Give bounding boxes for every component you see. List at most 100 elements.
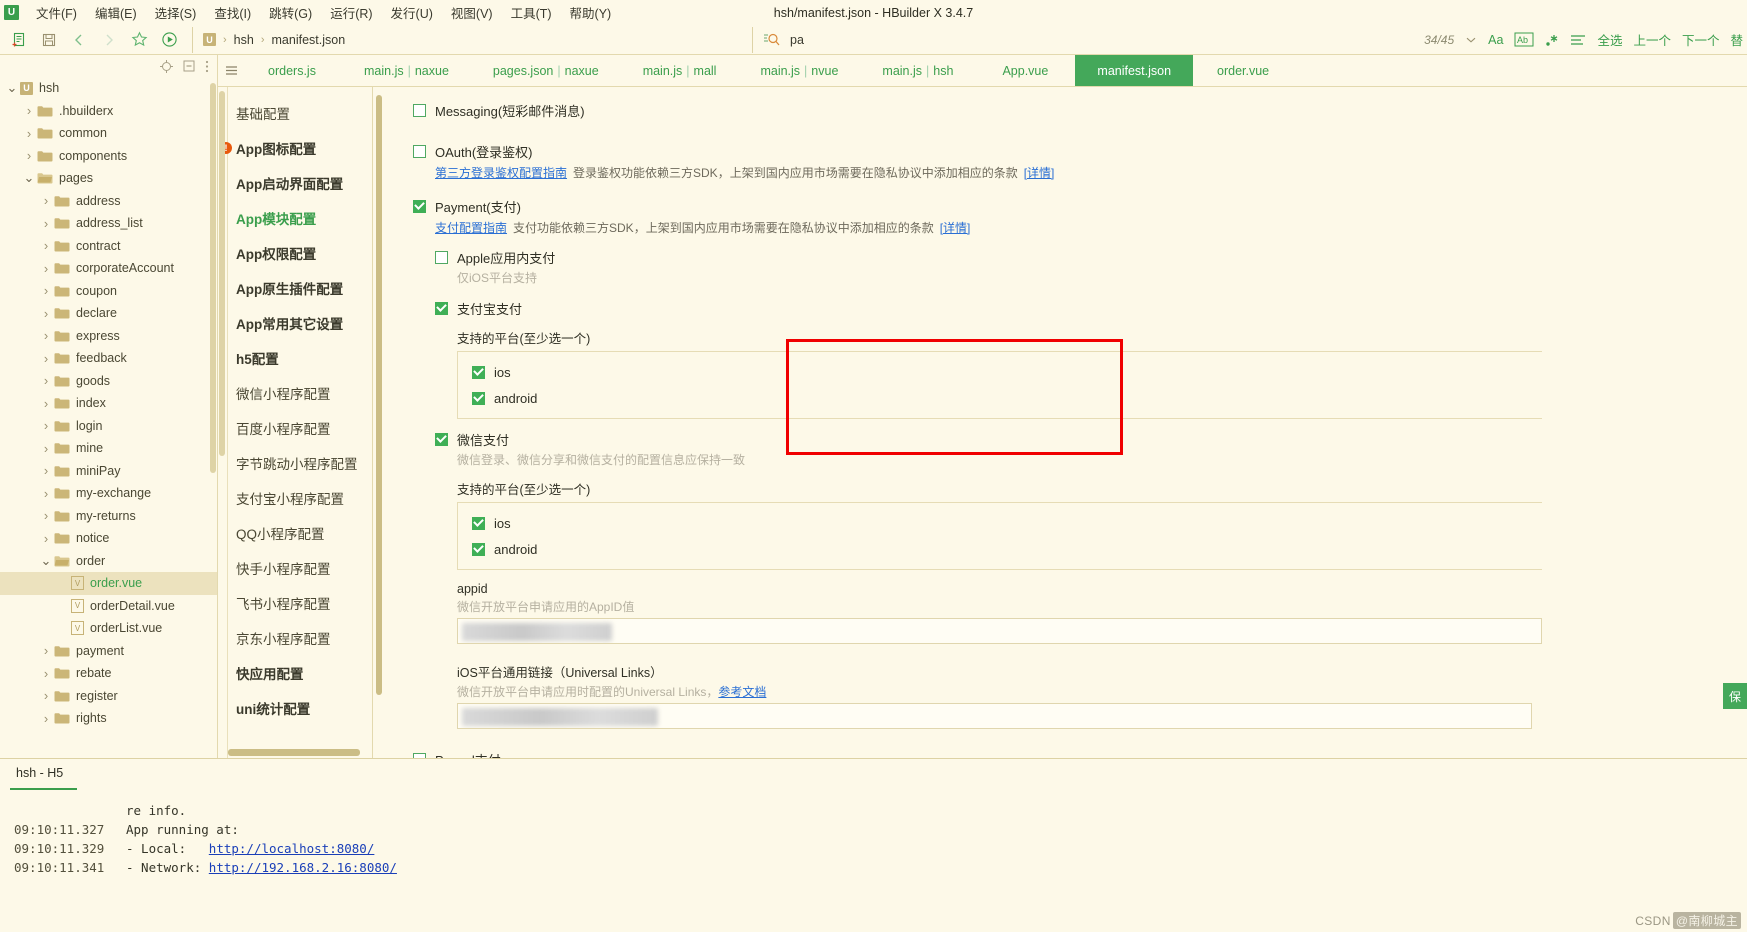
file-tree-item[interactable]: › express bbox=[0, 325, 217, 348]
file-tree-item[interactable]: › rebate bbox=[0, 662, 217, 685]
config-nav-list[interactable]: 基础配置 ! App图标配置 App启动界面配置 App模块配置 App权限配置 App原生… bbox=[218, 95, 372, 725]
config-nav-item[interactable]: 飞书小程序配置 bbox=[218, 585, 372, 620]
oauth-detail-link[interactable]: [详情] bbox=[1024, 164, 1055, 181]
file-tree-item[interactable]: › miniPay bbox=[0, 460, 217, 483]
config-nav-item[interactable]: 快应用配置 bbox=[218, 655, 372, 690]
file-tree-item[interactable]: › my-returns bbox=[0, 505, 217, 528]
file-tree-item[interactable]: ⌄ order bbox=[0, 550, 217, 573]
chevron-right-icon[interactable]: › bbox=[38, 418, 54, 433]
menu-item-tools[interactable]: 工具(T) bbox=[502, 1, 561, 24]
config-nav-item[interactable]: 快手小程序配置 bbox=[218, 550, 372, 585]
new-file-icon[interactable] bbox=[4, 27, 34, 53]
editor-tab[interactable]: App.vue bbox=[975, 55, 1075, 86]
chevron-right-icon[interactable]: › bbox=[38, 643, 54, 658]
config-nav-item[interactable]: uni统计配置 bbox=[218, 690, 372, 725]
forward-icon[interactable] bbox=[94, 27, 124, 53]
file-tree-item[interactable]: › payment bbox=[0, 640, 217, 663]
chevron-right-icon[interactable]: › bbox=[38, 328, 54, 343]
run-icon[interactable] bbox=[154, 27, 184, 53]
chevron-right-icon[interactable]: › bbox=[21, 103, 37, 118]
editor-tab[interactable]: pages.json | naxue bbox=[471, 55, 621, 86]
file-tree-item[interactable]: › contract bbox=[0, 235, 217, 258]
chevron-right-icon[interactable]: › bbox=[38, 261, 54, 276]
editor-tab[interactable]: main.js | hsh bbox=[860, 55, 975, 86]
collapse-all-icon[interactable] bbox=[183, 60, 195, 72]
file-tree-item[interactable]: › login bbox=[0, 415, 217, 438]
payment-guide-link[interactable]: 支付配置指南 bbox=[435, 219, 507, 236]
file-tree-item[interactable]: ⌄ Uhsh bbox=[0, 77, 217, 100]
file-tree-item[interactable]: › declare bbox=[0, 302, 217, 325]
config-nav-item[interactable]: 基础配置 bbox=[218, 95, 372, 130]
wechat-universal-links-input[interactable] bbox=[457, 703, 1532, 729]
file-tree-item[interactable]: › register bbox=[0, 685, 217, 708]
chevron-right-icon[interactable]: › bbox=[38, 283, 54, 298]
file-tree-item[interactable]: › index bbox=[0, 392, 217, 415]
chevron-right-icon[interactable]: › bbox=[38, 238, 54, 253]
config-nav-item[interactable]: ! App图标配置 bbox=[218, 130, 372, 165]
chevron-right-icon[interactable]: › bbox=[38, 463, 54, 478]
chevron-right-icon[interactable]: › bbox=[38, 306, 54, 321]
editor-tab[interactable]: main.js | naxue bbox=[342, 55, 471, 86]
chevron-down-icon[interactable]: ⌄ bbox=[21, 171, 37, 184]
menu-item-file[interactable]: 文件(F) bbox=[27, 1, 86, 24]
editor-tab[interactable]: manifest.json bbox=[1075, 55, 1194, 86]
menu-item-help[interactable]: 帮助(Y) bbox=[561, 1, 621, 24]
config-nav-item[interactable]: App原生插件配置 bbox=[218, 270, 372, 305]
chevron-right-icon[interactable]: › bbox=[38, 351, 54, 366]
chevron-right-icon[interactable]: › bbox=[38, 441, 54, 456]
payment-checkbox[interactable] bbox=[413, 199, 426, 213]
file-tree-item[interactable]: › .hbuilderx bbox=[0, 100, 217, 123]
config-nav-item[interactable]: 百度小程序配置 bbox=[218, 410, 372, 445]
oauth-checkbox[interactable] bbox=[413, 144, 426, 158]
breadcrumb-project[interactable]: hsh bbox=[234, 33, 254, 47]
chevron-right-icon[interactable]: › bbox=[38, 666, 54, 681]
alipay-platform-ios-checkbox[interactable] bbox=[472, 365, 485, 379]
menu-item-edit[interactable]: 编辑(E) bbox=[86, 1, 146, 24]
file-tree-item[interactable]: VorderDetail.vue bbox=[0, 595, 217, 618]
console-tab-hsh-h5[interactable]: hsh - H5 bbox=[10, 760, 78, 790]
wechat-appid-input[interactable] bbox=[457, 618, 1542, 644]
file-tree-item[interactable]: › mine bbox=[0, 437, 217, 460]
whole-word-icon[interactable]: Ab bbox=[1514, 32, 1534, 47]
config-nav-item[interactable]: 字节跳动小程序配置 bbox=[218, 445, 372, 480]
menu-item-publish[interactable]: 发行(U) bbox=[382, 1, 442, 24]
file-tree-item[interactable]: › coupon bbox=[0, 280, 217, 303]
find-next-button[interactable]: 下一个 bbox=[1682, 30, 1720, 49]
chevron-right-icon[interactable]: › bbox=[38, 373, 54, 388]
universal-links-doc-link[interactable]: 参考文档 bbox=[718, 685, 766, 699]
file-tree-item[interactable]: VorderList.vue bbox=[0, 617, 217, 640]
file-tree-item[interactable]: › feedback bbox=[0, 347, 217, 370]
config-nav-item[interactable]: QQ小程序配置 bbox=[218, 515, 372, 550]
chevron-right-icon[interactable]: › bbox=[38, 396, 54, 411]
config-nav-item[interactable]: 微信小程序配置 bbox=[218, 375, 372, 410]
config-nav-scrollbar-vertical[interactable] bbox=[219, 91, 225, 456]
chevron-down-icon[interactable]: ⌄ bbox=[38, 554, 54, 567]
wechat-platform-android-checkbox[interactable] bbox=[472, 542, 485, 556]
explorer-menu-icon[interactable] bbox=[205, 60, 209, 73]
search-scope-icon[interactable] bbox=[1570, 33, 1586, 47]
menu-item-select[interactable]: 选择(S) bbox=[146, 1, 206, 24]
oauth-guide-link[interactable]: 第三方登录鉴权配置指南 bbox=[435, 164, 567, 181]
config-nav-item[interactable]: App权限配置 bbox=[218, 235, 372, 270]
file-tree-item[interactable]: › components bbox=[0, 145, 217, 168]
alipay-checkbox[interactable] bbox=[435, 301, 448, 315]
chevron-right-icon[interactable]: › bbox=[38, 508, 54, 523]
locate-file-icon[interactable] bbox=[160, 59, 173, 73]
editor-tab[interactable]: main.js | mall bbox=[621, 55, 739, 86]
search-input[interactable] bbox=[790, 32, 1210, 47]
file-tree-item[interactable]: › address bbox=[0, 190, 217, 213]
editor-tab[interactable]: order.vue bbox=[1193, 55, 1293, 86]
file-tree-item[interactable]: › address_list bbox=[0, 212, 217, 235]
menu-item-run[interactable]: 运行(R) bbox=[321, 1, 381, 24]
file-tree-item[interactable]: Vorder.vue bbox=[0, 572, 217, 595]
file-tree-item[interactable]: › common bbox=[0, 122, 217, 145]
regex-icon[interactable] bbox=[1545, 33, 1559, 47]
file-tree-scrollbar[interactable] bbox=[210, 83, 216, 473]
config-nav-scrollbar-horizontal[interactable] bbox=[228, 749, 360, 756]
find-previous-button[interactable]: 上一个 bbox=[1633, 30, 1671, 49]
chevron-right-icon[interactable]: › bbox=[38, 193, 54, 208]
menu-item-view[interactable]: 视图(V) bbox=[442, 1, 502, 24]
file-tree-item[interactable]: › rights bbox=[0, 707, 217, 730]
payment-detail-link[interactable]: [详情] bbox=[940, 219, 971, 236]
back-icon[interactable] bbox=[64, 27, 94, 53]
